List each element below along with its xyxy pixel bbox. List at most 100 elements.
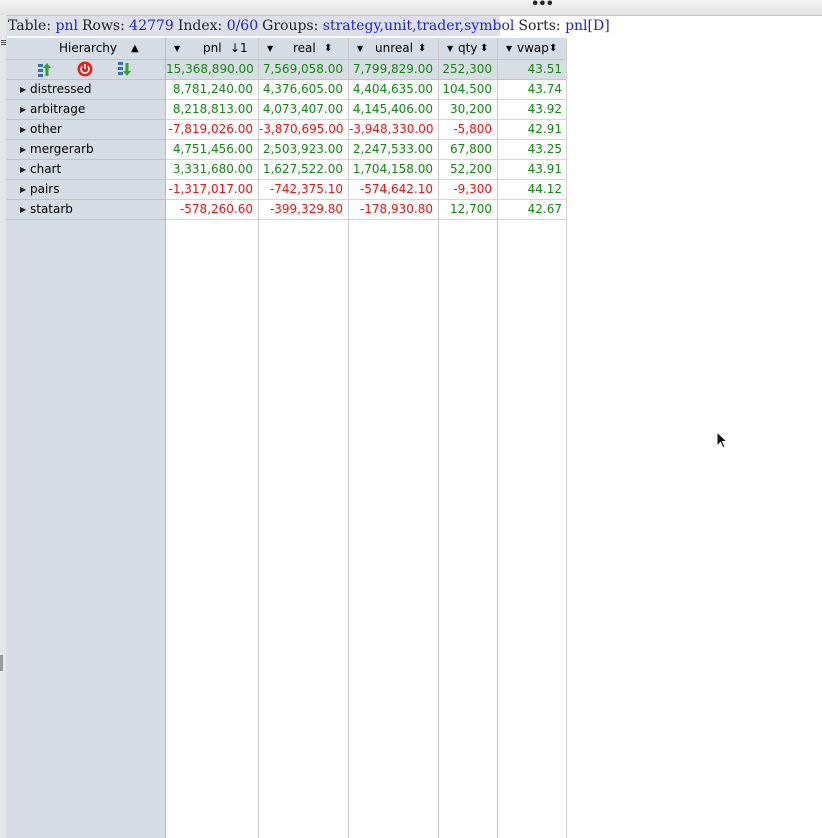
real-cell: -3,870,695.00: [259, 120, 348, 140]
row-label: arbitrage: [30, 102, 86, 116]
qty-cell: 52,200: [439, 160, 497, 180]
real-cell: -399,329.80: [259, 200, 348, 220]
qty-total: 252,300: [439, 60, 497, 80]
unreal-cell: -574,642.10: [349, 180, 438, 200]
index-label: Index:: [177, 18, 223, 34]
table-info-bar: Table: pnl Rows: 42779 Index: 0/60 Groups: …: [6, 16, 610, 36]
unreal-cell: -178,930.80: [349, 200, 438, 220]
expand-row-icon[interactable]: ▶: [20, 140, 26, 159]
table-label: Table:: [8, 18, 52, 34]
real-cell: 4,073,407.00: [259, 100, 348, 120]
pnl-header-label: pnl: [203, 41, 222, 55]
qty-cell: 30,200: [439, 100, 497, 120]
vwap-cell: 43.91: [498, 160, 566, 180]
hierarchy-header[interactable]: Hierarchy ▲: [6, 38, 165, 60]
power-icon[interactable]: [77, 61, 93, 77]
row-label: chart: [30, 162, 62, 176]
real-cell: -742,375.10: [259, 180, 348, 200]
expand-row-icon[interactable]: ▶: [20, 120, 26, 139]
qty-cell: -9,300: [439, 180, 497, 200]
sorts-label: Sorts:: [518, 18, 561, 34]
pnl-cell: -1,317,017.00: [166, 180, 258, 200]
qty-header-label: qty: [458, 41, 478, 55]
index-value[interactable]: 0/60: [227, 18, 258, 34]
qty-header[interactable]: ▼ qty ⬍: [439, 38, 497, 60]
hierarchy-row-distressed[interactable]: ▶ distressed: [6, 80, 165, 100]
pnl-cell: 4,751,456.00: [166, 140, 258, 160]
vwap-cell: 42.67: [498, 200, 566, 220]
unreal-cell: -3,948,330.00: [349, 120, 438, 140]
table-value[interactable]: pnl: [56, 18, 78, 34]
groups-value[interactable]: strategy,unit,trader,symbol: [323, 18, 515, 34]
pnl-cell: 8,218,813.00: [166, 100, 258, 120]
rows-label: Rows:: [81, 18, 125, 34]
real-cell: 2,503,923.00: [259, 140, 348, 160]
unreal-header-label: unreal: [375, 41, 413, 55]
unreal-cell: 1,704,158.00: [349, 160, 438, 180]
row-label: mergerarb: [30, 142, 94, 156]
mouse-cursor-icon: [716, 431, 729, 449]
real-cell: 1,627,522.00: [259, 160, 348, 180]
column-menu-icon[interactable]: ▼: [447, 38, 453, 59]
expand-row-icon[interactable]: ▶: [20, 100, 26, 119]
unreal-cell: 4,404,635.00: [349, 80, 438, 100]
vwap-cell: 43.25: [498, 140, 566, 160]
real-total: 7,569,058.00: [259, 60, 348, 80]
row-label: distressed: [30, 82, 92, 96]
vwap-cell: 43.92: [498, 100, 566, 120]
expand-row-icon[interactable]: ▶: [20, 200, 26, 219]
pnl-cell: -7,819,026.00: [166, 120, 258, 140]
pnl-header[interactable]: ▼ pnl ↓1: [166, 38, 258, 60]
sort-toggle-icon[interactable]: ⬍: [418, 38, 426, 59]
row-label: other: [30, 122, 62, 136]
sort-toggle-icon[interactable]: ⬍: [549, 38, 557, 59]
pnl-sort-indicator[interactable]: ↓1: [230, 38, 248, 59]
vwap-cell: 43.74: [498, 80, 566, 100]
column-menu-icon[interactable]: ▼: [174, 38, 180, 59]
groups-label: Groups:: [262, 18, 319, 34]
collapse-all-icon[interactable]: [116, 61, 132, 77]
unreal-cell: 2,247,533.00: [349, 140, 438, 160]
pnl-cell: -578,260.60: [166, 200, 258, 220]
qty-cell: 67,800: [439, 140, 497, 160]
column-menu-icon[interactable]: ▼: [506, 38, 512, 59]
vwap-cell: 44.12: [498, 180, 566, 200]
real-header[interactable]: ▼ real ⬍: [259, 38, 348, 60]
real-header-label: real: [293, 41, 316, 55]
sorts-value[interactable]: pnl[D]: [565, 18, 610, 34]
hierarchy-row-other[interactable]: ▶ other: [6, 120, 165, 140]
vwap-total: 43.51: [498, 60, 566, 80]
more-options-icon[interactable]: •••: [531, 0, 554, 12]
hierarchy-row-pairs[interactable]: ▶ pairs: [6, 180, 165, 200]
qty-cell: 104,500: [439, 80, 497, 100]
resize-handle[interactable]: [0, 655, 3, 671]
hierarchy-header-label: Hierarchy: [59, 41, 118, 55]
window-top-bar: •••: [0, 0, 822, 16]
unreal-total: 7,799,829.00: [349, 60, 438, 80]
hierarchy-row-chart[interactable]: ▶ chart: [6, 160, 165, 180]
expand-row-icon[interactable]: ▶: [20, 180, 26, 199]
hierarchy-row-arbitrage[interactable]: ▶ arbitrage: [6, 100, 165, 120]
pnl-total: 15,368,890.00: [166, 60, 258, 80]
hierarchy-row-mergerarb[interactable]: ▶ mergerarb: [6, 140, 165, 160]
unreal-header[interactable]: ▼ unreal ⬍: [349, 38, 438, 60]
expand-all-icon[interactable]: [36, 61, 52, 77]
column-menu-icon[interactable]: ▼: [357, 38, 363, 59]
pnl-cell: 8,781,240.00: [166, 80, 258, 100]
pnl-cell: 3,331,680.00: [166, 160, 258, 180]
expand-row-icon[interactable]: ▶: [20, 80, 26, 99]
qty-cell: 12,700: [439, 200, 497, 220]
sort-toggle-icon[interactable]: ⬍: [480, 38, 488, 59]
sort-toggle-icon[interactable]: ⬍: [324, 38, 332, 59]
rows-value: 42779: [129, 18, 174, 34]
unreal-cell: 4,145,406.00: [349, 100, 438, 120]
column-menu-icon[interactable]: ▼: [267, 38, 273, 59]
sort-toggle-icon[interactable]: ▲: [131, 38, 139, 59]
expand-row-icon[interactable]: ▶: [20, 160, 26, 179]
vwap-header[interactable]: ▼ vwap ⬍: [498, 38, 566, 60]
hierarchy-row-statarb[interactable]: ▶ statarb: [6, 200, 165, 220]
row-label: pairs: [30, 182, 60, 196]
vwap-cell: 42.91: [498, 120, 566, 140]
vwap-header-label: vwap: [517, 41, 549, 55]
qty-cell: -5,800: [439, 120, 497, 140]
